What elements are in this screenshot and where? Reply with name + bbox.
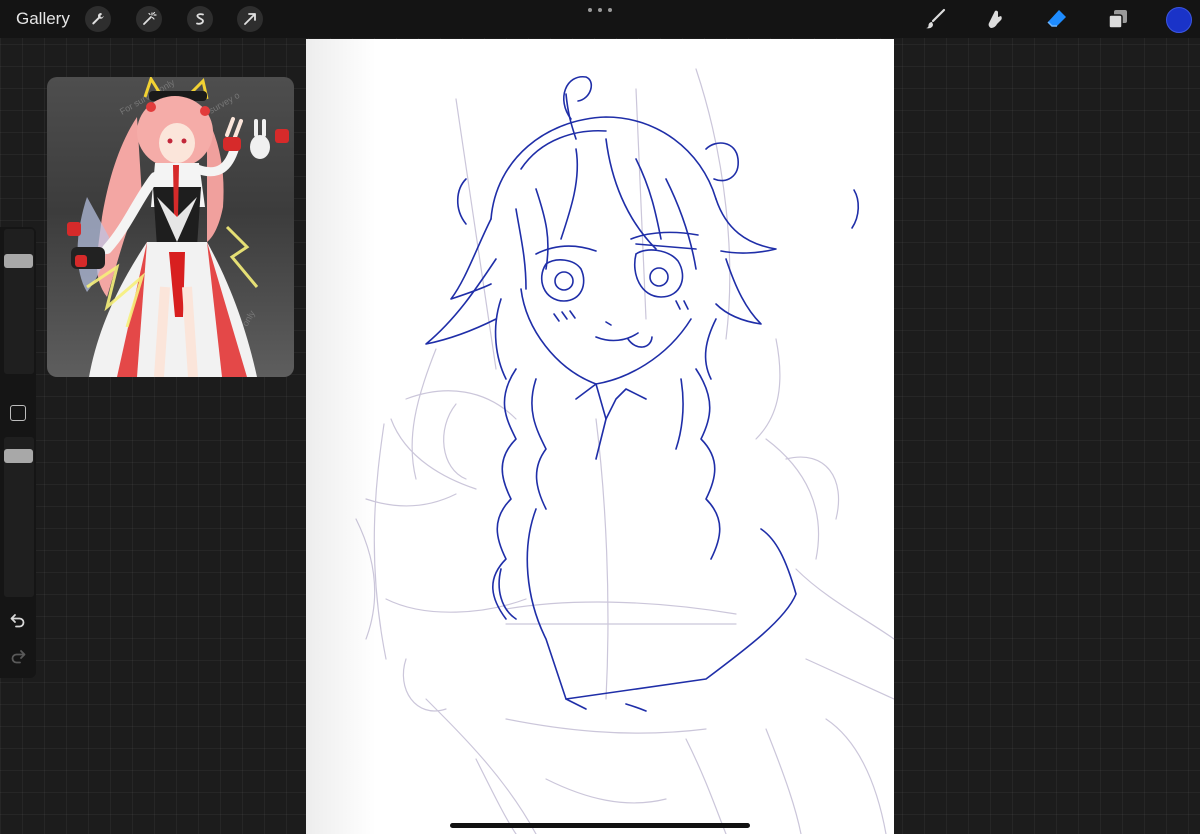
reference-character-illustration: For survey only For survey o only <box>67 77 289 377</box>
layers-button[interactable] <box>1104 5 1132 33</box>
brush-sidebar <box>0 227 36 678</box>
selection-icon <box>196 13 204 25</box>
canvas-edge-shadow <box>306 39 376 834</box>
brush-icon <box>926 8 946 29</box>
dot <box>608 8 612 12</box>
gallery-button[interactable]: Gallery <box>16 9 70 29</box>
selection-button[interactable] <box>187 6 213 32</box>
wrench-icon <box>92 12 104 25</box>
magic-wand-icon <box>143 11 157 25</box>
undo-icon[interactable] <box>9 611 27 629</box>
drawing-canvas[interactable] <box>306 39 894 834</box>
opacity-thumb[interactable] <box>4 449 33 463</box>
smudge-icon <box>988 10 1002 28</box>
transform-button[interactable] <box>237 6 263 32</box>
adjustments-button[interactable] <box>136 6 162 32</box>
brush-size-thumb[interactable] <box>4 254 33 268</box>
redo-icon[interactable] <box>9 647 27 665</box>
dot <box>588 8 592 12</box>
home-indicator[interactable] <box>450 823 750 828</box>
color-picker-button[interactable] <box>1166 7 1192 33</box>
more-options-handle[interactable] <box>588 6 612 14</box>
modify-button[interactable] <box>10 405 26 421</box>
smudge-tool-button[interactable] <box>980 5 1008 33</box>
eraser-tool-button[interactable] <box>1043 5 1071 33</box>
transform-arrow-icon <box>244 13 256 25</box>
brush-tool-button[interactable] <box>921 5 949 33</box>
brush-size-slider[interactable] <box>4 229 34 374</box>
dot <box>598 8 602 12</box>
stray-pen-stroke <box>851 189 860 229</box>
layers-icon <box>1108 10 1127 29</box>
eraser-icon <box>1047 10 1066 27</box>
top-toolbar: Gallery <box>0 0 1200 38</box>
sketch-artwork <box>355 68 894 834</box>
actions-button[interactable] <box>85 6 111 32</box>
reference-image-window[interactable]: For survey only For survey o only <box>47 77 294 377</box>
